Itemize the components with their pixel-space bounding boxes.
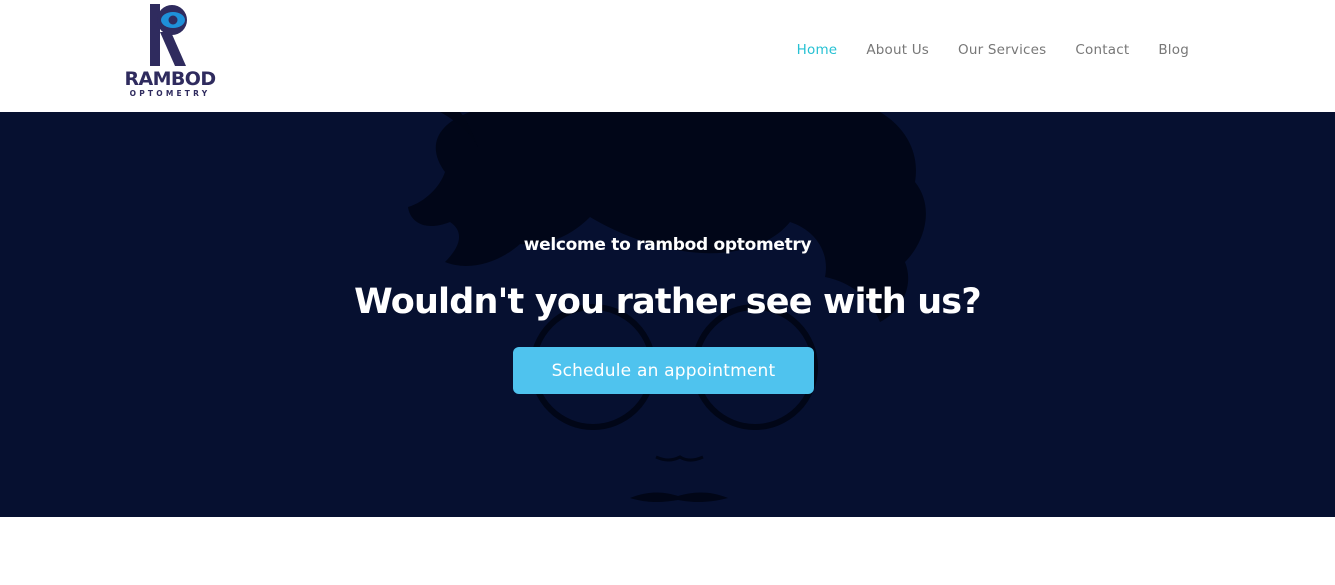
site-header: RAMBOD OPTOMETRY Home About Us Our Servi…: [0, 0, 1335, 112]
nav-item-contact[interactable]: Contact: [1075, 40, 1129, 60]
schedule-appointment-button[interactable]: Schedule an appointment: [513, 347, 814, 394]
logo-mark-icon: [150, 4, 187, 66]
hero-section: welcome to rambod optometry Wouldn't you…: [0, 112, 1335, 517]
hero-eyebrow: welcome to rambod optometry: [523, 235, 812, 255]
hero-headline: Wouldn't you rather see with us?: [354, 282, 982, 322]
brand-logo[interactable]: RAMBOD OPTOMETRY: [120, 2, 220, 102]
nav-item-home[interactable]: Home: [797, 40, 838, 60]
nav-item-our-services[interactable]: Our Services: [958, 40, 1046, 60]
nav-item-about-us[interactable]: About Us: [866, 40, 929, 60]
brand-tagline: OPTOMETRY: [129, 89, 211, 98]
hero-content: welcome to rambod optometry Wouldn't you…: [0, 112, 1335, 517]
main-nav: Home About Us Our Services Contact Blog: [797, 40, 1189, 60]
brand-name: RAMBOD: [124, 68, 216, 90]
nav-item-blog[interactable]: Blog: [1158, 40, 1189, 60]
